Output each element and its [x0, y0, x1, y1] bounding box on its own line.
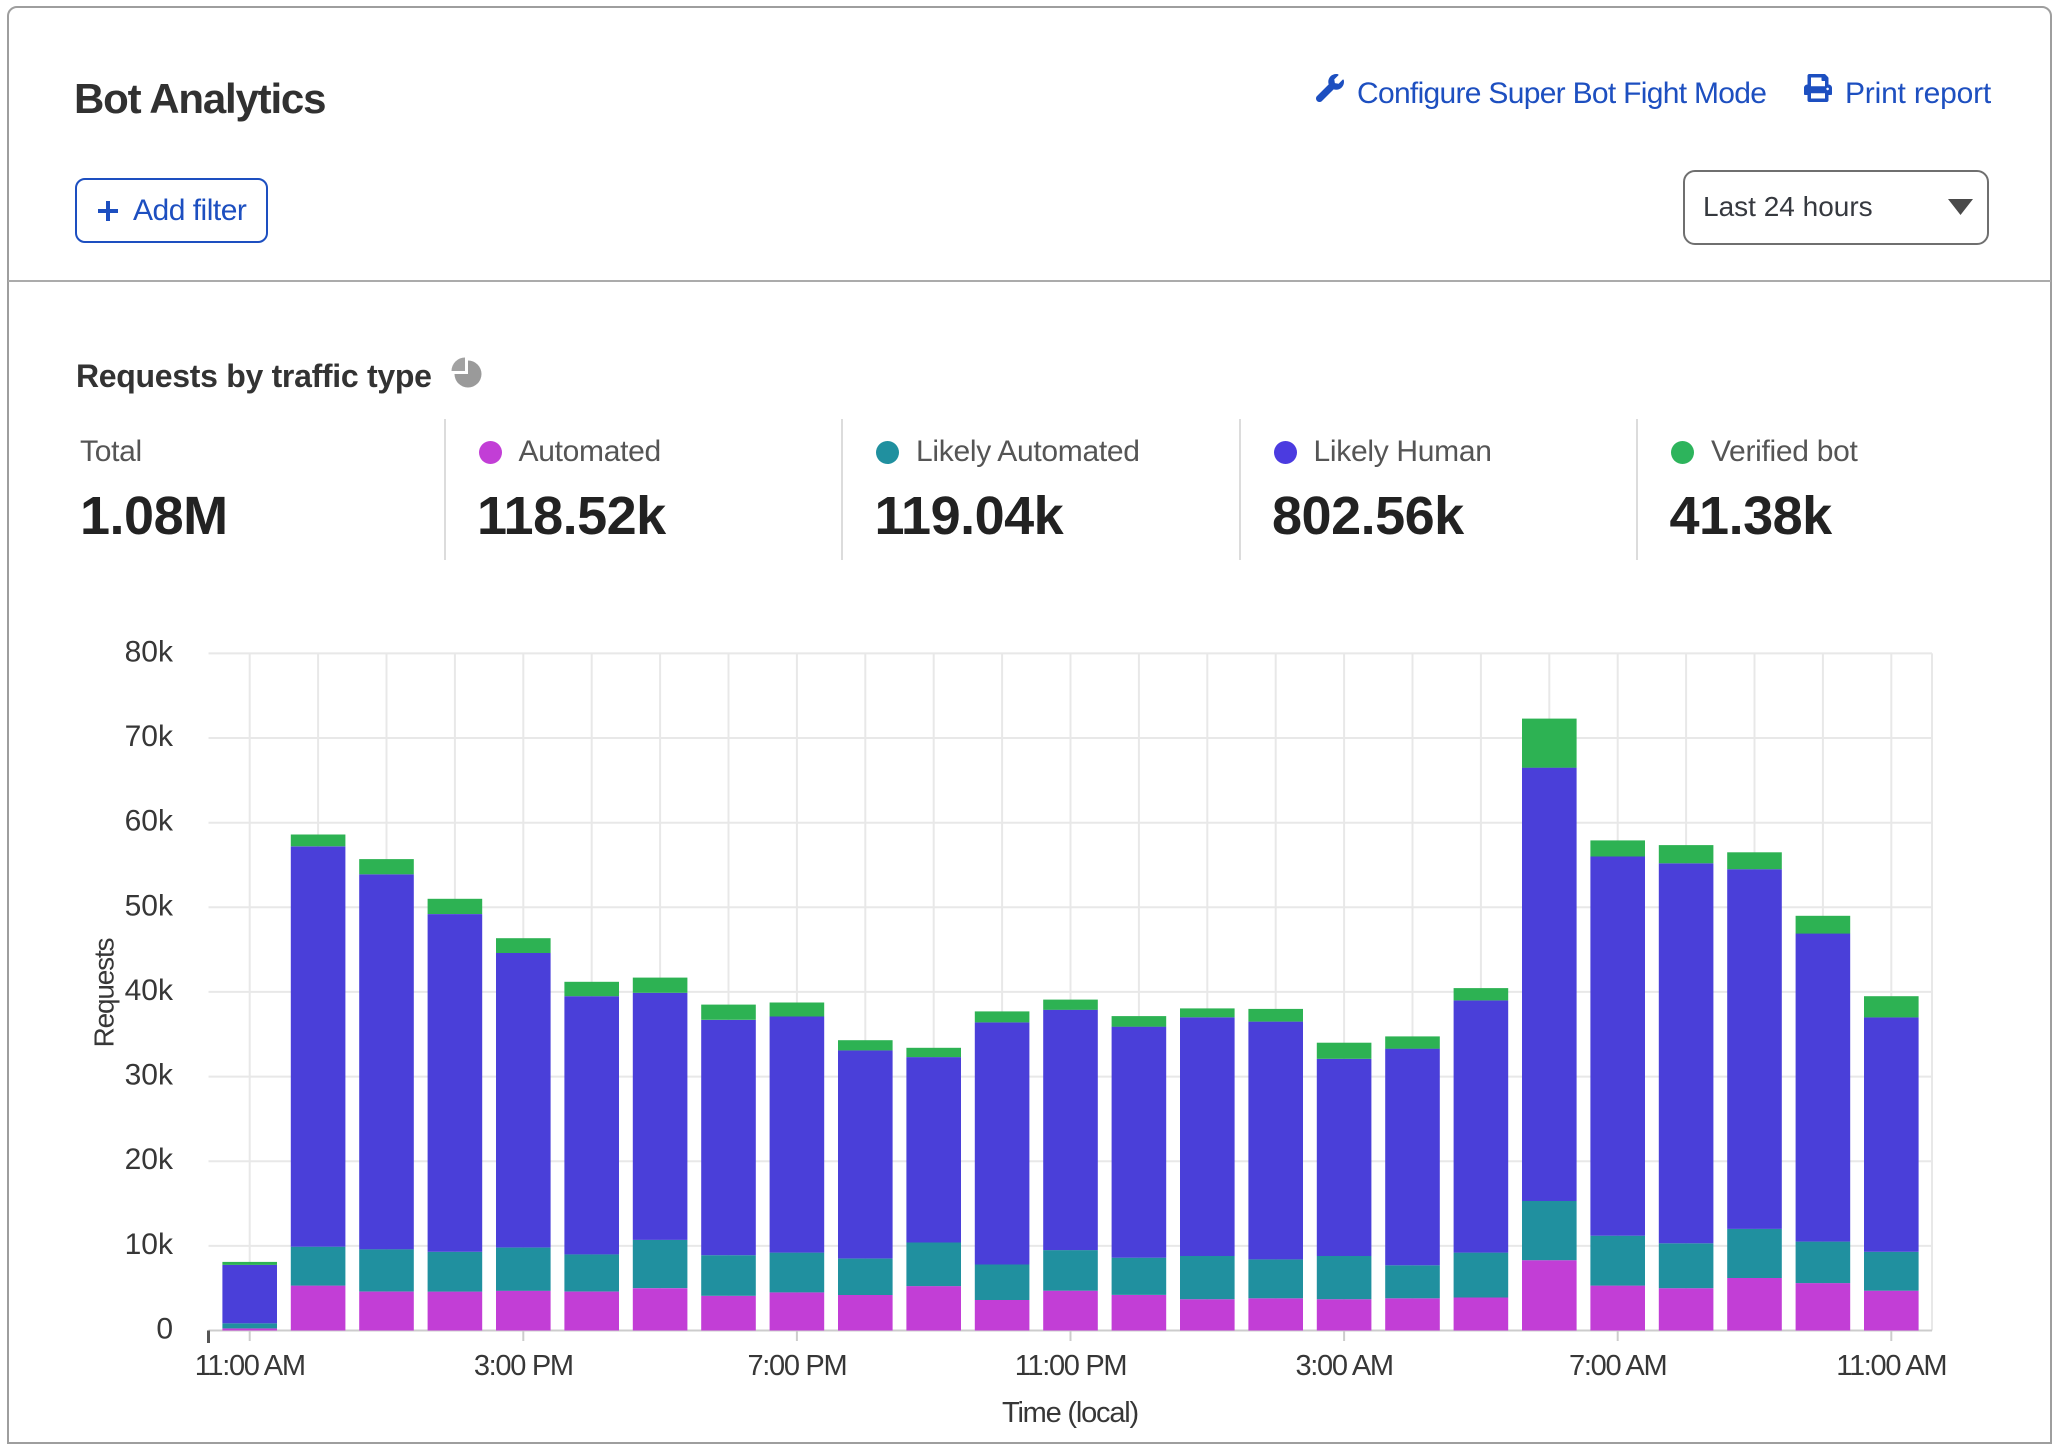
svg-text:50k: 50k: [125, 889, 174, 922]
svg-text:0: 0: [156, 1313, 173, 1346]
svg-text:60k: 60k: [125, 805, 174, 838]
svg-text:40k: 40k: [125, 974, 174, 1007]
svg-text:7:00 AM: 7:00 AM: [1569, 1350, 1666, 1382]
svg-text:20k: 20k: [125, 1143, 174, 1176]
svg-text:11:00 PM: 11:00 PM: [1015, 1350, 1127, 1382]
svg-text:11:00 AM: 11:00 AM: [195, 1350, 305, 1382]
svg-text:3:00 AM: 3:00 AM: [1295, 1350, 1392, 1382]
svg-text:80k: 80k: [125, 635, 174, 668]
svg-text:3:00 PM: 3:00 PM: [474, 1350, 573, 1382]
svg-text:Time (local): Time (local): [1002, 1397, 1138, 1429]
svg-text:11:00 AM: 11:00 AM: [1836, 1350, 1946, 1382]
svg-text:7:00 PM: 7:00 PM: [747, 1350, 846, 1382]
svg-text:30k: 30k: [125, 1059, 174, 1092]
svg-text:Requests: Requests: [89, 938, 120, 1047]
svg-text:10k: 10k: [125, 1228, 174, 1261]
svg-text:70k: 70k: [125, 720, 174, 753]
